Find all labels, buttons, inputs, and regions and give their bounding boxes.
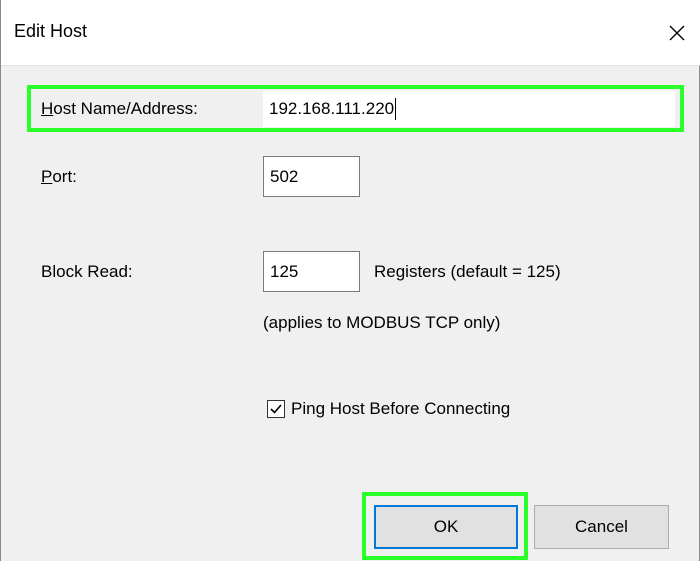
checkmark-icon	[270, 404, 282, 414]
ping-host-label[interactable]: Ping Host Before Connecting	[291, 399, 510, 419]
block-read-value: 125	[270, 261, 299, 281]
host-name-label: Host Name/Address:	[41, 99, 198, 118]
text-caret	[395, 98, 397, 120]
ok-button[interactable]: OK	[374, 505, 518, 549]
port-label: Port:	[41, 167, 77, 186]
cancel-button-label: Cancel	[575, 517, 628, 536]
host-name-value: 192.168.111.220	[269, 99, 395, 118]
port-value: 502	[270, 166, 299, 186]
block-read-suffix: Registers (default = 125)	[374, 262, 561, 281]
edit-host-dialog: Edit Host Host Name/Address: 192.168.111…	[0, 0, 700, 561]
block-read-note: (applies to MODBUS TCP only)	[263, 313, 501, 332]
dialog-title: Edit Host	[14, 21, 88, 41]
block-read-label: Block Read:	[41, 262, 133, 281]
ping-host-checkbox[interactable]	[267, 400, 285, 418]
close-button[interactable]	[653, 0, 700, 66]
port-input[interactable]: 502	[263, 156, 360, 197]
ok-button-label: OK	[433, 517, 459, 536]
block-read-input[interactable]: 125	[263, 251, 360, 292]
close-icon	[669, 25, 685, 41]
title-bar: Edit Host	[1, 0, 700, 66]
cancel-button[interactable]: Cancel	[534, 505, 669, 549]
host-name-input[interactable]: 192.168.111.220	[263, 91, 675, 127]
